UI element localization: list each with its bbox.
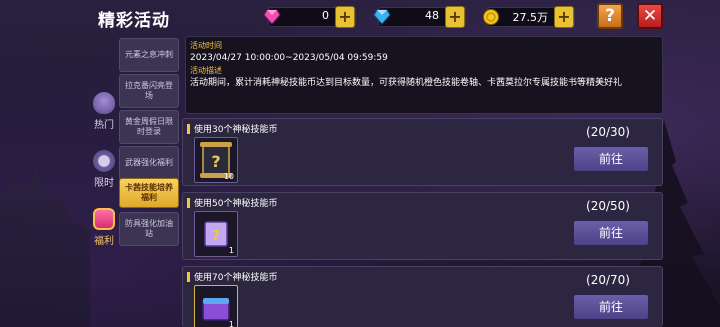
task-name: 使用30个神秘技能币 [194,125,278,135]
time-value: 2023/04/27 10:00:00~2023/05/04 09:59:59 [190,53,388,63]
category-limited[interactable]: 限时 [88,150,120,189]
task-name: 使用70个神秘技能币 [194,273,278,283]
go-button[interactable]: 前往 [573,220,649,246]
go-button[interactable]: 前往 [573,146,649,172]
header: 精彩活动 0 + 48 + 27.5万 + ? ✕ [0,0,720,34]
go-button[interactable]: 前往 [573,294,649,320]
submenu-item[interactable]: 元素之息冲刺 [119,38,179,72]
submenu-item[interactable]: 防具强化加油站 [119,212,179,246]
currency-value: 48 [425,9,439,22]
task-card: 使用30个神秘技能币 (20/30) ? 10 前往 [182,118,663,186]
timer-icon [93,150,115,172]
desc-value: 活动期间，累计消耗神秘技能币达到目标数量，可获得随机橙色技能卷轴、卡茜莫拉尔专属… [190,78,623,88]
reward-slot[interactable]: ? 1 [194,211,238,257]
submenu-item[interactable]: 武器强化福利 [119,146,179,180]
desc-label: 活动描述 [190,66,222,75]
pink-gem-icon [261,6,283,28]
task-progress: (20/50) [586,199,630,213]
submenu-item[interactable]: 拉克番闪亮登场 [119,74,179,108]
time-label: 活动时间 [190,41,222,50]
card-accent-bar [187,124,190,134]
submenu-item-active[interactable]: 卡茜技能培养福利 [119,178,179,208]
gold-coin-icon [480,6,502,28]
category-label: 热门 [94,120,114,131]
task-card: 使用50个神秘技能币 (20/50) ? 1 前往 [182,192,663,260]
task-card: 使用70个神秘技能币 (20/70) 1 前往 [182,266,663,327]
task-name: 使用50个神秘技能币 [194,199,278,209]
gift-icon [93,208,115,230]
currency-pink-gem: 0 + [263,6,356,28]
page-title: 精彩活动 [98,11,170,31]
reward-quantity: 1 [228,246,234,255]
activity-submenu: 元素之息冲刺 拉克番闪亮登场 黄金周假日限时登录 武器强化福利 卡茜技能培养福利… [119,38,181,327]
activity-info-panel: 活动时间 2023/04/27 10:00:00~2023/05/04 09:5… [185,36,663,114]
category-hot[interactable]: 热门 [88,92,120,131]
close-button[interactable]: ✕ [637,3,663,29]
currency-gold-coin: 27.5万 + [483,6,575,28]
reward-slot[interactable]: 1 [194,285,238,327]
task-progress: (20/30) [586,125,630,139]
hot-icon [93,92,115,114]
reward-quantity: 10 [223,172,234,181]
currency-value: 0 [322,9,329,22]
card-accent-bar [187,272,190,282]
currency-blue-diamond: 48 + [373,6,466,28]
category-label: 限时 [94,178,114,189]
help-button[interactable]: ? [597,3,623,29]
add-gold-button[interactable]: + [554,6,574,28]
category-label: 福利 [94,236,114,247]
category-welfare[interactable]: 福利 [88,208,120,247]
blue-diamond-icon [371,6,393,28]
svg-text:?: ? [212,228,220,244]
add-pink-gem-button[interactable]: + [335,6,355,28]
submenu-item[interactable]: 黄金周假日限时登录 [119,110,179,144]
svg-text:?: ? [211,152,220,171]
card-accent-bar [187,198,190,208]
currency-value: 27.5万 [512,11,549,24]
reward-quantity: 1 [228,320,234,327]
task-progress: (20/70) [586,273,630,287]
add-blue-diamond-button[interactable]: + [445,6,465,28]
reward-slot[interactable]: ? 10 [194,137,238,183]
